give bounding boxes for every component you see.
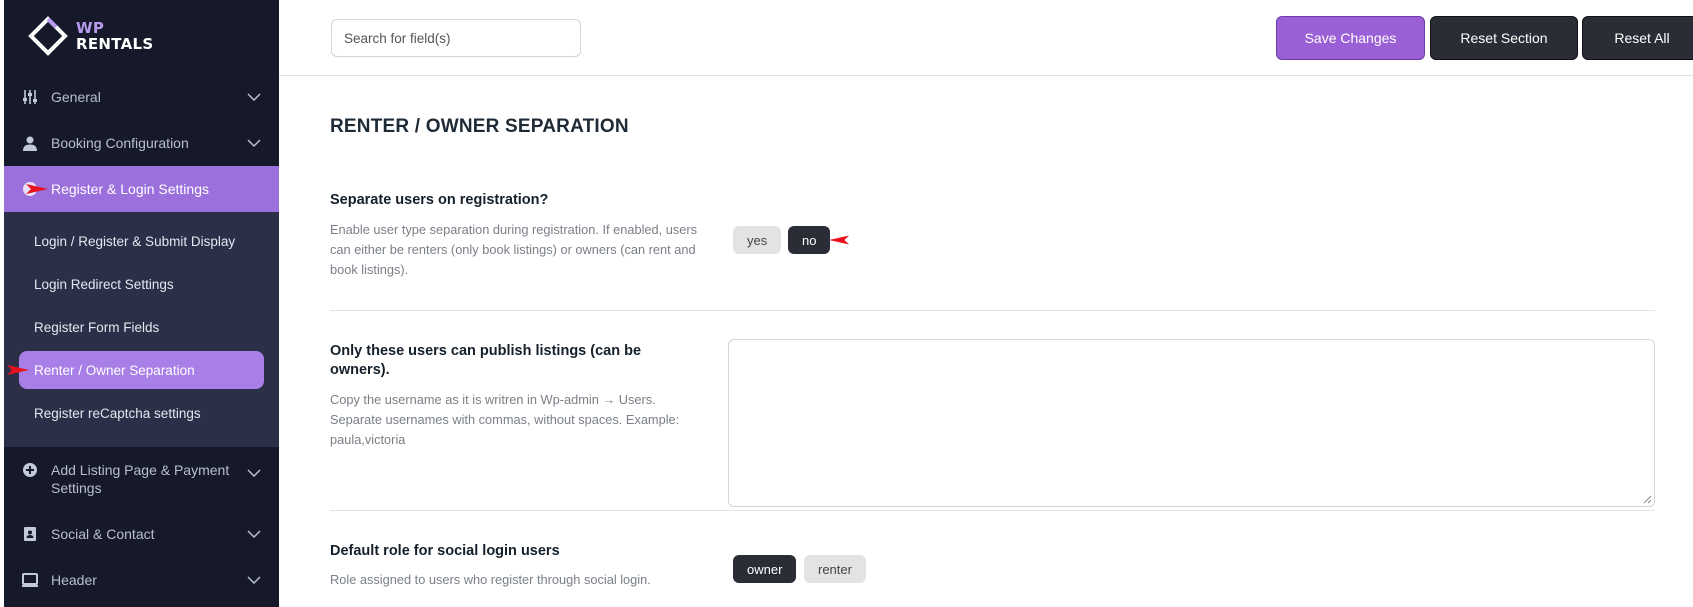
field-title: Only these users can publish listings (c…	[330, 343, 642, 378]
field-social-login-role: Default role for social login users Role…	[330, 542, 1655, 590]
sidebar-item-label: Social & Contact	[51, 526, 155, 542]
sidebar-item-social-contact[interactable]: Social & Contact	[4, 511, 279, 557]
field-separate-users: Separate users on registration? Enable u…	[330, 191, 1655, 280]
top-toolbar: Save Changes Reset Section Reset All	[279, 0, 1693, 76]
subitem-label: Login Redirect Settings	[34, 277, 174, 292]
option-renter-button[interactable]: renter	[804, 555, 866, 583]
sidebar-item-header[interactable]: Header	[4, 557, 279, 603]
brand-line-1: WP	[76, 19, 105, 37]
subitem-label: Renter / Owner Separation	[34, 362, 195, 378]
sidebar-item-label: Header	[51, 572, 97, 588]
subitem-renter-owner-separation[interactable]: Renter / Owner Separation	[7, 351, 264, 389]
option-no-button[interactable]: no	[788, 226, 831, 254]
chevron-down-icon	[247, 576, 261, 584]
sidebar: WP RENTALS General Booking Configuration	[0, 0, 279, 607]
annotation-arrow-icon	[7, 365, 29, 375]
subitem-register-form-fields[interactable]: Register Form Fields	[4, 306, 264, 349]
chevron-down-icon	[247, 530, 261, 538]
sidebar-item-label: Add Listing Page & Payment Settings	[51, 462, 230, 496]
sidebar-item-label: Booking Configuration	[51, 135, 189, 151]
brand-logo[interactable]: WP RENTALS	[28, 16, 154, 56]
plus-circle-icon	[21, 461, 39, 479]
diamond-logo-icon	[28, 16, 68, 56]
brand-line-2: RENTALS	[76, 35, 154, 53]
option-owner-button[interactable]: owner	[733, 555, 797, 583]
user-icon	[21, 134, 39, 152]
subitem-label: Register reCaptcha settings	[34, 406, 201, 421]
search-input[interactable]	[331, 19, 581, 57]
sidebar-item-label: General	[51, 89, 101, 105]
sidebar-item-register-login-settings[interactable]: Register & Login Settings	[4, 166, 279, 212]
reset-section-button[interactable]: Reset Section	[1430, 16, 1578, 60]
option-yes-button[interactable]: yes	[733, 226, 782, 254]
resize-handle-icon[interactable]	[1643, 495, 1652, 504]
register-login-submenu: Login / Register & Submit Display Login …	[4, 212, 279, 447]
subitem-label: Register Form Fields	[34, 320, 160, 335]
field-divider	[330, 510, 1655, 511]
chevron-down-icon	[247, 93, 261, 101]
reset-all-button[interactable]: Reset All	[1582, 16, 1693, 60]
annotation-arrow-icon	[26, 184, 48, 194]
section-title: RENTER / OWNER SEPARATION	[330, 116, 629, 137]
sidebar-item-add-listing-payment-settings[interactable]: Add Listing Page & Payment Settings	[4, 447, 279, 511]
field-title: Default role for social login users	[330, 543, 560, 559]
field-description: Role assigned to users who register thro…	[330, 572, 651, 587]
sidebar-item-booking-configuration[interactable]: Booking Configuration	[4, 120, 279, 166]
subitem-login-register-submit-display[interactable]: Login / Register & Submit Display	[4, 220, 264, 263]
save-changes-button[interactable]: Save Changes	[1276, 16, 1425, 60]
field-description: Enable user type separation during regis…	[330, 222, 698, 277]
chevron-down-icon	[247, 139, 261, 147]
field-divider	[330, 310, 1655, 311]
publish-users-textarea[interactable]	[728, 339, 1655, 507]
brand-name: WP RENTALS	[76, 20, 154, 52]
subitem-label: Login / Register & Submit Display	[34, 234, 236, 249]
chevron-down-icon	[247, 469, 261, 477]
sidebar-item-general[interactable]: General	[4, 74, 279, 120]
subitem-login-redirect-settings[interactable]: Login Redirect Settings	[4, 263, 264, 306]
field-title: Separate users on registration?	[330, 192, 549, 208]
annotation-arrow-icon	[829, 235, 849, 245]
sidebar-nav: General Booking Configuration Register &…	[4, 74, 279, 603]
contact-card-icon	[21, 525, 39, 543]
sliders-icon	[21, 88, 39, 106]
field-description: Copy the username as it is writren in Wp…	[330, 392, 680, 447]
sidebar-item-label: Register & Login Settings	[51, 181, 209, 197]
subitem-register-recaptcha-settings[interactable]: Register reCaptcha settings	[4, 392, 264, 435]
monitor-icon	[21, 571, 39, 589]
